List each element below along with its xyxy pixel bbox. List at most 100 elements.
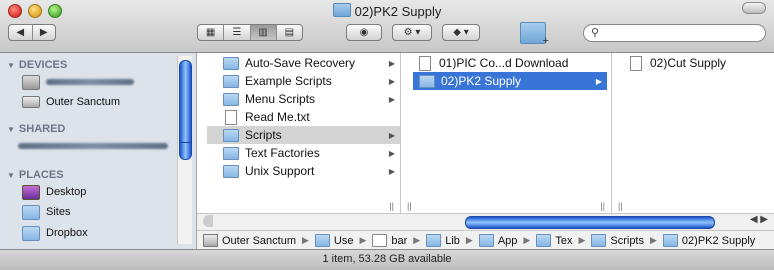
path-crumb[interactable]: Outer Sanctum ▶ xyxy=(203,234,309,247)
sidebar: ▼ DEVICES Outer Sanctum ▼ SHARED ▼ PLACES D… xyxy=(0,53,197,249)
search-icon: ⚲ xyxy=(591,27,600,39)
list-view-button[interactable]: ☰ xyxy=(224,25,251,40)
sidebar-section-devices[interactable]: ▼ DEVICES xyxy=(7,59,67,71)
chevron-right-icon: ▶ xyxy=(388,148,395,158)
back-button[interactable]: ◀ xyxy=(9,25,33,40)
path-crumb[interactable]: Tex ▶ xyxy=(536,234,585,247)
item-label: Text Factories xyxy=(245,146,320,160)
sidebar-scroll-thumb-end[interactable] xyxy=(179,142,192,160)
crumb-label: Tex xyxy=(555,234,573,247)
blurred-shared-name xyxy=(18,143,168,149)
search-field[interactable]: ⚲ xyxy=(583,24,766,42)
column-3: 02)Cut Supply || xyxy=(612,53,774,213)
chevron-right-icon: ▶ xyxy=(388,76,395,86)
path-crumb[interactable]: Scripts ▶ xyxy=(591,234,657,247)
horizontal-scroll-thumb[interactable] xyxy=(465,216,715,229)
quick-look-button[interactable]: ◉ xyxy=(346,24,382,41)
folder-icon xyxy=(478,234,494,247)
file-icon xyxy=(419,55,431,71)
chevron-right-icon: ▶ xyxy=(595,76,602,86)
list-item[interactable]: Example Scripts ▶ xyxy=(207,72,400,90)
sidebar-item-label: Dropbox xyxy=(46,227,88,239)
path-crumb[interactable]: Use ▶ xyxy=(314,234,367,247)
chevron-right-icon: ▶ xyxy=(650,235,657,245)
list-item[interactable]: Text Factories ▶ xyxy=(207,144,400,162)
blurred-device-name xyxy=(46,79,134,85)
sidebar-section-shared[interactable]: ▼ SHARED xyxy=(7,123,65,135)
sidebar-scroll-thumb[interactable] xyxy=(179,60,192,148)
dropbox-folder-icon xyxy=(22,225,40,241)
folder-icon xyxy=(426,234,442,247)
chevron-right-icon: ▶ xyxy=(301,235,309,245)
crumb-label: Use xyxy=(333,234,354,247)
column-resize-handle[interactable]: || xyxy=(407,201,412,211)
forward-button[interactable]: ▶ xyxy=(33,25,56,40)
disclosure-triangle-icon: ▼ xyxy=(7,171,15,180)
item-label: Menu Scripts xyxy=(245,92,316,106)
file-icon xyxy=(630,55,642,71)
chevron-right-icon: ▶ xyxy=(465,235,473,245)
shared-label: SHARED xyxy=(18,123,66,135)
horizontal-scrollbar[interactable]: ◀ ▶ xyxy=(197,213,774,230)
column-2: 01)PIC Co...d Download 02)PK2 Supply ▶ ||… xyxy=(401,53,612,213)
action-menu-button[interactable]: ⚙ ▾ xyxy=(392,24,432,41)
item-label: Auto-Save Recovery xyxy=(245,56,356,70)
sidebar-item-device-blurred[interactable] xyxy=(22,73,134,91)
search-input[interactable] xyxy=(604,26,758,42)
path-crumb[interactable]: Lib ▶ xyxy=(426,234,473,247)
crumb-label: Lib xyxy=(445,234,460,247)
folder-icon xyxy=(223,164,239,178)
coverflow-view-button[interactable]: ▤ xyxy=(277,25,302,40)
dropbox-menu-button[interactable]: ◆ ▾ xyxy=(442,24,480,41)
list-item[interactable]: Auto-Save Recovery ▶ xyxy=(207,54,400,72)
column-resize-handle[interactable]: || xyxy=(600,201,605,211)
list-item[interactable]: 02)Cut Supply xyxy=(612,54,774,72)
folder-icon xyxy=(332,3,351,17)
icon-view-button[interactable]: ▦ xyxy=(198,25,225,40)
sidebar-item-outer-sanctum[interactable]: Outer Sanctum xyxy=(22,93,120,111)
column-resize-handle[interactable]: || xyxy=(618,201,623,211)
crumb-label: Outer Sanctum xyxy=(222,234,296,247)
list-item-selected[interactable]: 02)PK2 Supply ▶ xyxy=(413,72,607,90)
nav-buttons: ◀ ▶ xyxy=(8,24,56,41)
sidebar-item-desktop[interactable]: Desktop xyxy=(22,183,86,201)
column-resize-handle[interactable]: || xyxy=(389,201,394,211)
sidebar-section-places[interactable]: ▼ PLACES xyxy=(7,169,64,181)
desktop-icon xyxy=(22,184,40,200)
path-crumb[interactable]: 02)PK2 Supply xyxy=(662,234,756,247)
crumb-label: 02)PK2 Supply xyxy=(681,234,756,247)
sidebar-item-dropbox[interactable]: Dropbox xyxy=(22,224,88,242)
chevron-right-icon: ▶ xyxy=(388,130,395,140)
crumb-label: Scripts xyxy=(610,234,644,247)
devices-label: DEVICES xyxy=(18,59,68,71)
new-folder-icon[interactable] xyxy=(520,22,549,47)
folder-icon xyxy=(662,234,678,247)
item-label: Unix Support xyxy=(245,164,315,178)
item-label: 01)PIC Co...d Download xyxy=(439,56,569,70)
list-item[interactable]: Read Me.txt xyxy=(207,108,400,126)
list-item[interactable]: Unix Support ▶ xyxy=(207,162,400,180)
hard-drive-icon xyxy=(22,96,40,108)
toolbar-toggle-button[interactable] xyxy=(742,2,766,14)
item-label: Read Me.txt xyxy=(245,110,310,124)
window-title: 02)PK2 Supply xyxy=(0,3,774,19)
scroll-arrows[interactable]: ◀ ▶ xyxy=(750,214,768,225)
column-1: Auto-Save Recovery ▶ Example Scripts ▶ Men… xyxy=(207,53,401,213)
sidebar-scrollbar[interactable] xyxy=(177,56,192,244)
column-view-button[interactable]: ▥ xyxy=(250,25,277,40)
crumb-label: App xyxy=(497,234,518,247)
item-label: Scripts xyxy=(245,128,282,142)
list-item[interactable]: 01)PIC Co...d Download xyxy=(401,54,611,72)
folder-icon xyxy=(223,146,239,160)
path-crumb[interactable]: bar ▶ xyxy=(372,234,420,247)
path-crumb[interactable]: App ▶ xyxy=(478,234,530,247)
folder-icon xyxy=(314,234,330,247)
scroll-track-start xyxy=(203,215,213,227)
sidebar-item-shared-blurred[interactable] xyxy=(18,137,168,155)
chevron-right-icon: ▶ xyxy=(359,235,367,245)
list-item[interactable]: Menu Scripts ▶ xyxy=(207,90,400,108)
window-title-text: 02)PK2 Supply xyxy=(354,4,442,19)
sidebar-item-sites[interactable]: Sites xyxy=(22,203,70,221)
list-item-selected[interactable]: Scripts ▶ xyxy=(207,126,400,144)
folder-icon xyxy=(591,234,607,247)
